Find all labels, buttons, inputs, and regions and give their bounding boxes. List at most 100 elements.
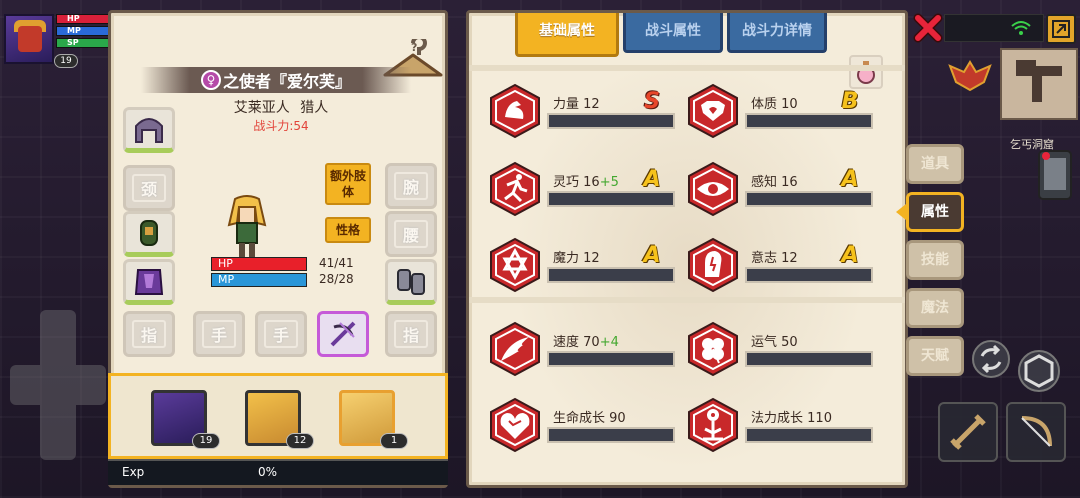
equip-slot-waist[interactable]: 腰 bbox=[385, 211, 437, 257]
constitution-grade: B bbox=[841, 89, 859, 114]
magic-bar bbox=[547, 267, 675, 283]
side-tab-talent[interactable]: 天赋 bbox=[906, 336, 964, 376]
attr-constitution: 体质 10 B bbox=[687, 83, 877, 141]
character-race: 艾莱亚人 bbox=[233, 100, 290, 116]
attr-strength: 力量 12 S bbox=[489, 83, 679, 141]
hp-bar: HP bbox=[211, 257, 307, 271]
dexterity-runner-icon bbox=[490, 161, 540, 217]
tab-combat-attributes[interactable]: 战斗属性 bbox=[623, 13, 723, 53]
hp-row: HP 41/41 bbox=[211, 256, 441, 271]
mp-row: MP 28/28 bbox=[211, 272, 441, 287]
strength-grade: S bbox=[644, 89, 660, 114]
luck-clover-icon bbox=[688, 321, 738, 377]
equip-slot-weapon[interactable] bbox=[317, 311, 369, 357]
will-grade: A bbox=[841, 243, 859, 268]
character-panel: ? ♀ 之使者『爱尔芙』 艾莱亚人 猎人 战斗力:54 颈 腕 腰 指 手 手 … bbox=[108, 10, 448, 488]
attr-perception: 感知 16 A bbox=[687, 161, 877, 219]
party-selector: 19 12 1 bbox=[108, 373, 448, 459]
life-growth-bar bbox=[547, 427, 675, 443]
mana-growth-bar bbox=[745, 427, 873, 443]
extra-limb-button[interactable]: 额外肢体 bbox=[325, 163, 371, 205]
will-bar bbox=[745, 267, 873, 283]
magic-hexagram-icon bbox=[490, 237, 540, 293]
armor-icon bbox=[140, 220, 158, 246]
exp-bar: Exp 0% bbox=[108, 459, 448, 485]
active-tab-arrow-icon bbox=[896, 204, 906, 220]
boss-emblem-icon bbox=[948, 60, 992, 92]
hero-sprite bbox=[227, 195, 267, 257]
mini-sp-bar: SP bbox=[56, 38, 110, 48]
attr-luck: 运气 50 bbox=[687, 321, 877, 379]
equip-slot-back[interactable] bbox=[123, 259, 175, 305]
minimap[interactable] bbox=[1000, 48, 1078, 120]
strength-arm-icon bbox=[490, 83, 540, 139]
attr-dexterity: 灵巧 16+5 A bbox=[489, 161, 679, 219]
ranged-attack-button[interactable] bbox=[1006, 402, 1066, 462]
speed-bar bbox=[547, 351, 675, 367]
phone-icon[interactable] bbox=[1038, 150, 1072, 200]
party-member-1[interactable]: 19 bbox=[151, 390, 220, 449]
attr-speed: 速度 70+4 bbox=[489, 321, 679, 379]
character-class: 猎人 bbox=[300, 100, 329, 116]
life-growth-heart-icon bbox=[490, 397, 540, 453]
equip-slot-wrist[interactable]: 腕 bbox=[385, 163, 437, 209]
attr-will: 意志 12 A bbox=[687, 237, 877, 295]
speed-wing-icon bbox=[490, 321, 540, 377]
attr-magic: 魔力 12 A bbox=[489, 237, 679, 295]
wifi-icon bbox=[1011, 21, 1031, 35]
mini-hp-bar: HP bbox=[56, 14, 110, 24]
equip-slot-neck[interactable]: 颈 bbox=[123, 165, 175, 211]
mini-mp-bar: MP bbox=[56, 26, 110, 36]
party-member-2[interactable]: 12 bbox=[245, 390, 314, 449]
party-member-3[interactable]: 1 bbox=[339, 390, 408, 449]
side-tab-magic[interactable]: 魔法 bbox=[906, 288, 964, 328]
equip-slot-ring-right[interactable]: 指 bbox=[385, 311, 437, 357]
equip-slot-hand-left[interactable]: 手 bbox=[193, 311, 245, 357]
personality-button[interactable]: 性格 bbox=[325, 217, 371, 243]
svg-text:?: ? bbox=[411, 41, 417, 54]
mini-level-badge: 19 bbox=[54, 54, 78, 68]
skill-hex-icon[interactable] bbox=[1018, 350, 1060, 392]
strength-bar bbox=[547, 113, 675, 129]
attr-mana-growth: 法力成长 110 bbox=[687, 397, 877, 455]
cape-icon bbox=[134, 269, 164, 295]
hp-value: 41/41 bbox=[319, 256, 354, 270]
close-icon[interactable] bbox=[912, 12, 944, 44]
dexterity-grade: A bbox=[643, 167, 661, 192]
helmet-icon bbox=[135, 118, 163, 143]
mana-growth-flower-icon bbox=[688, 397, 738, 453]
side-tab-skills[interactable]: 技能 bbox=[906, 240, 964, 280]
perception-grade: A bbox=[841, 167, 859, 192]
dpad-control[interactable] bbox=[10, 310, 106, 460]
luck-bar bbox=[745, 351, 873, 367]
tab-basic-attributes[interactable]: 基础属性 bbox=[515, 13, 619, 57]
equip-slot-body[interactable] bbox=[123, 211, 175, 257]
swap-weapon-icon[interactable] bbox=[972, 340, 1010, 378]
exp-value: 0% bbox=[258, 465, 278, 479]
crossbow-icon bbox=[330, 321, 356, 347]
equip-slot-head[interactable] bbox=[123, 107, 175, 153]
exp-label: Exp bbox=[122, 465, 145, 479]
tab-power-details[interactable]: 战斗力详情 bbox=[727, 13, 827, 53]
female-gender-icon: ♀ bbox=[200, 70, 221, 90]
character-name: 之使者『爱尔芙』 bbox=[222, 72, 351, 91]
will-head-icon bbox=[688, 237, 738, 293]
side-tab-items[interactable]: 道具 bbox=[906, 144, 964, 184]
mp-bar: MP bbox=[211, 273, 307, 287]
exit-icon[interactable] bbox=[1046, 14, 1076, 44]
perception-bar bbox=[745, 191, 873, 207]
equip-slot-ring-left[interactable]: 指 bbox=[123, 311, 175, 357]
character-name-banner: ♀ 之使者『爱尔芙』 bbox=[141, 67, 411, 93]
player-mini-status[interactable]: HP MP SP 19 bbox=[2, 12, 112, 68]
magic-grade: A bbox=[643, 243, 661, 268]
player-avatar[interactable] bbox=[4, 14, 54, 64]
constitution-bar bbox=[745, 113, 873, 129]
attributes-panel: 基础属性 战斗属性 战斗力详情 力量 12 S 体质 10 B 灵巧 16+5 … bbox=[466, 10, 908, 488]
equip-slot-hand-right[interactable]: 手 bbox=[255, 311, 307, 357]
side-tab-attributes[interactable]: 属性 bbox=[906, 192, 964, 232]
melee-attack-button[interactable] bbox=[938, 402, 998, 462]
dexterity-bar bbox=[547, 191, 675, 207]
constitution-heart-icon bbox=[688, 83, 738, 139]
perception-eye-icon bbox=[688, 161, 738, 217]
attr-life-growth: 生命成长 90 bbox=[489, 397, 679, 455]
